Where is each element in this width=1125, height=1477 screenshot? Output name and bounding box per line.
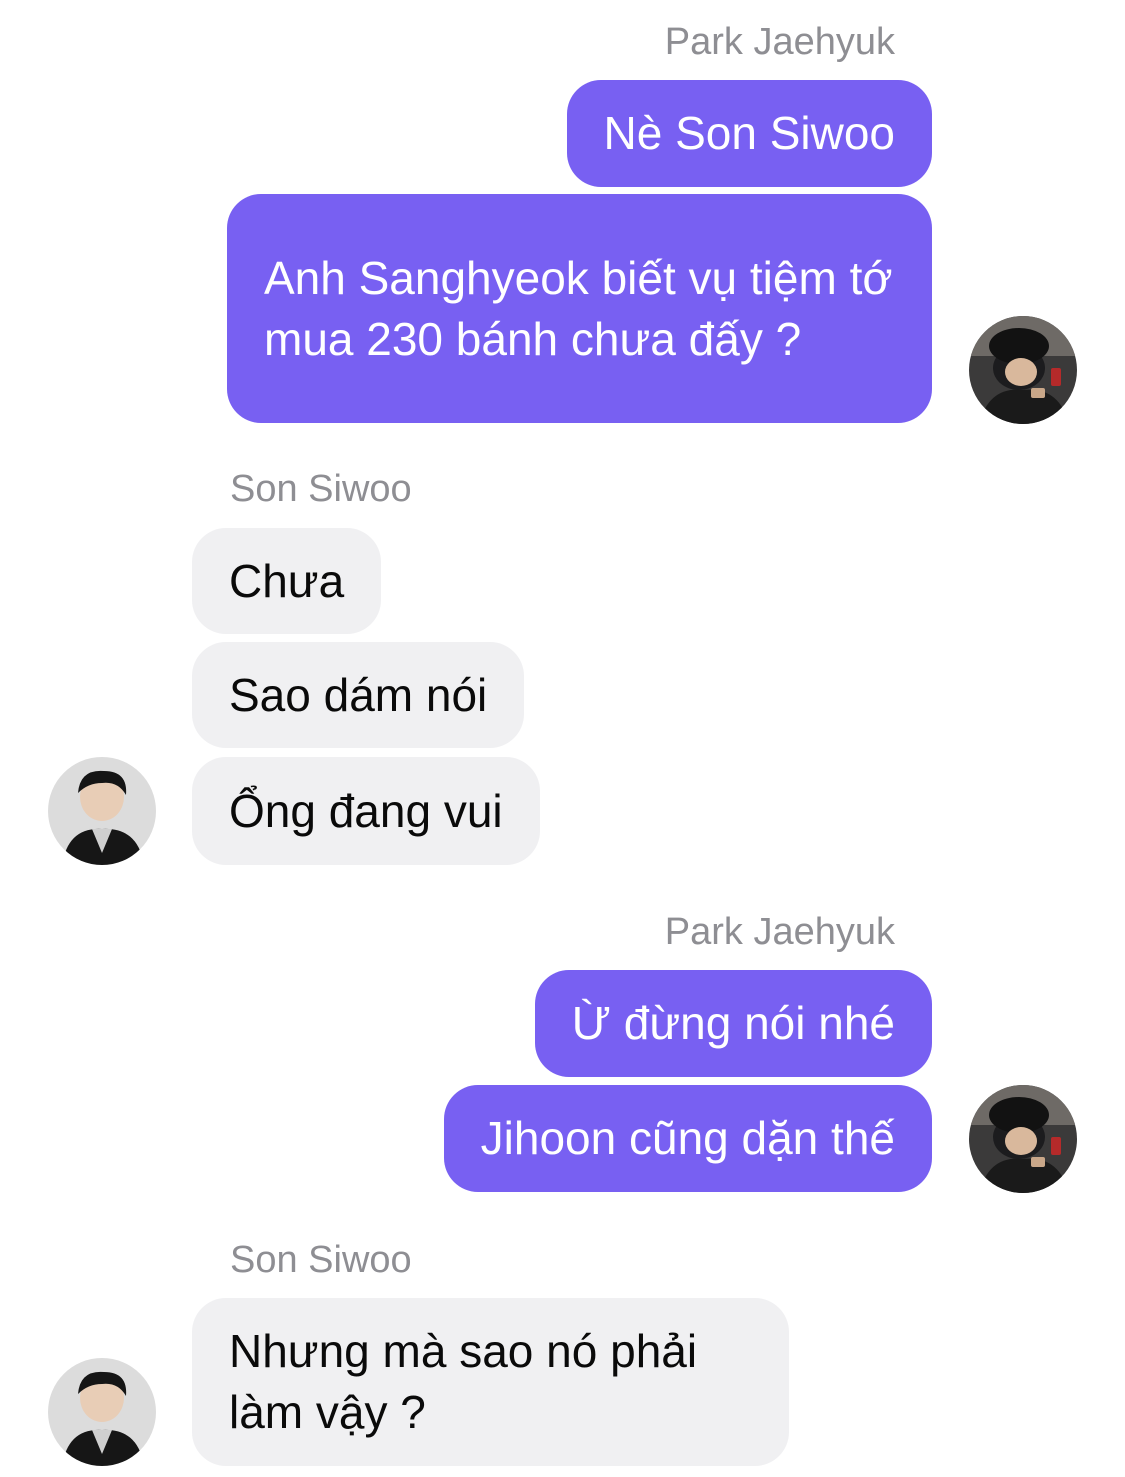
- message-bubble-outgoing[interactable]: Anh Sanghyeok biết vụ tiệm tớ mua 230 bá…: [227, 194, 932, 423]
- message-bubble-incoming[interactable]: Nhưng mà sao nó phải làm vậy ?: [192, 1298, 789, 1466]
- sender-name-park-jaehyuk: Park Jaehyuk: [664, 21, 895, 63]
- avatar-photo-icon: [48, 757, 156, 865]
- message-text: Anh Sanghyeok biết vụ tiệm tớ mua 230 bá…: [264, 251, 893, 365]
- message-text: Nhưng mà sao nó phải làm vậy ?: [229, 1325, 698, 1438]
- message-bubble-outgoing[interactable]: Ừ đừng nói nhé: [534, 970, 932, 1077]
- message-text: Jihoon cũng dặn thế: [480, 1112, 895, 1164]
- avatar-photo-icon: [48, 1358, 156, 1466]
- sender-name-park-jaehyuk: Park Jaehyuk: [664, 911, 895, 953]
- message-text: Ổng đang vui: [229, 784, 503, 837]
- avatar-son-siwoo[interactable]: [48, 757, 156, 865]
- message-bubble-outgoing[interactable]: Jihoon cũng dặn thế: [443, 1085, 932, 1192]
- message-bubble-outgoing[interactable]: Nè Son Siwoo: [566, 80, 932, 187]
- message-text: Chưa: [229, 554, 345, 607]
- avatar-photo-icon: [969, 1085, 1077, 1193]
- message-text: Nè Son Siwoo: [603, 107, 896, 159]
- message-text: Ừ đừng nói nhé: [571, 997, 895, 1049]
- message-bubble-incoming[interactable]: Sao dám nói: [192, 642, 525, 748]
- message-text: Sao dám nói: [229, 668, 488, 721]
- avatar-park-jaehyuk[interactable]: [969, 316, 1077, 424]
- avatar-son-siwoo[interactable]: [48, 1358, 156, 1466]
- avatar-photo-icon: [969, 316, 1077, 424]
- sender-name-son-siwoo: Son Siwoo: [230, 1239, 412, 1281]
- sender-name-son-siwoo: Son Siwoo: [230, 468, 412, 510]
- avatar-park-jaehyuk[interactable]: [969, 1085, 1077, 1193]
- message-bubble-incoming[interactable]: Ổng đang vui: [192, 757, 540, 865]
- message-bubble-incoming[interactable]: Chưa: [192, 528, 382, 634]
